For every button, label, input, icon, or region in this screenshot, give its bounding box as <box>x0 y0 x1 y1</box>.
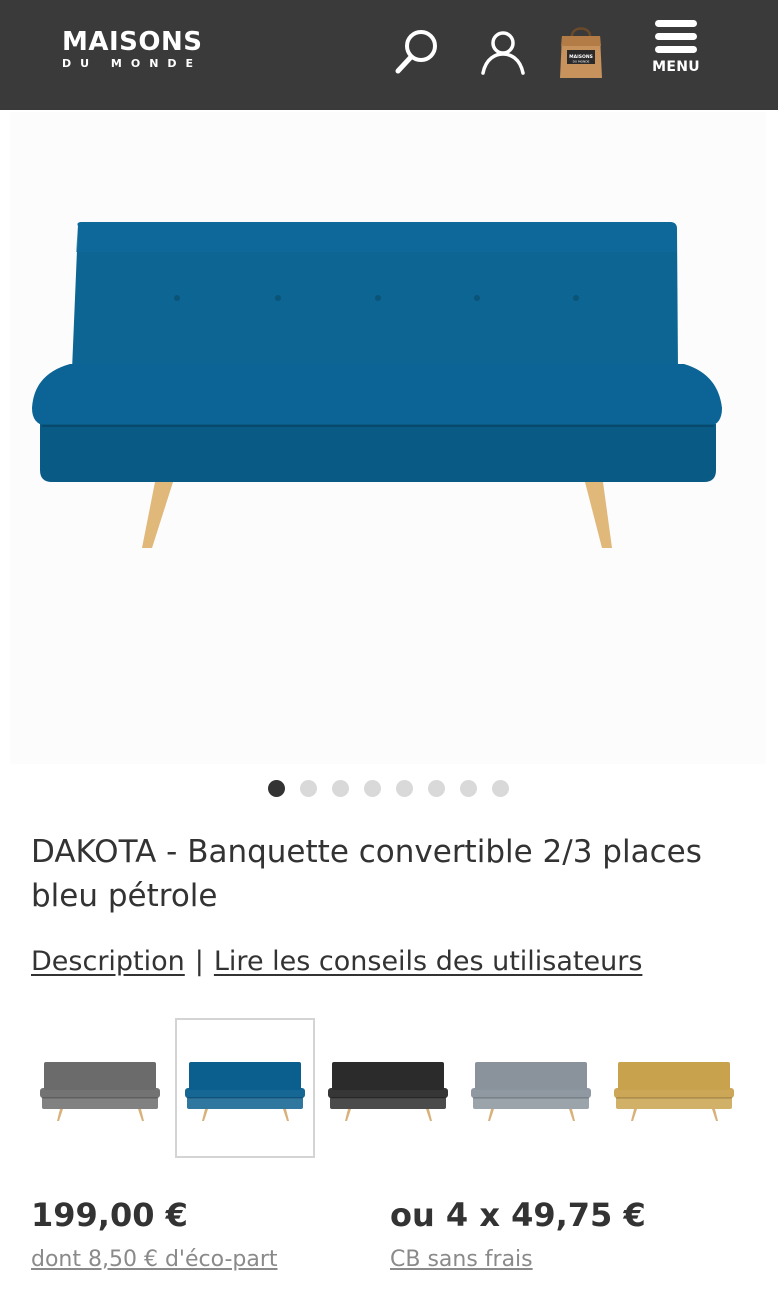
color-variant-thumbnail[interactable] <box>604 1018 744 1158</box>
carousel-dot[interactable] <box>364 780 381 797</box>
menu-button[interactable]: MENU <box>650 20 702 84</box>
description-link[interactable]: Description <box>31 946 185 977</box>
user-icon[interactable] <box>478 26 528 80</box>
product-links: Description | Lire les conseils des utilis… <box>31 946 642 977</box>
logo-main-text: MAISONS <box>62 27 203 57</box>
color-variant-selector <box>30 1018 760 1162</box>
carousel-dot[interactable] <box>428 780 445 797</box>
shopping-bag-icon[interactable]: MAISONS DU MONDE <box>558 22 604 84</box>
carousel-dot[interactable] <box>492 780 509 797</box>
product-image-carousel[interactable] <box>10 112 766 764</box>
svg-text:DU MONDE: DU MONDE <box>573 60 590 64</box>
installment-note-link[interactable]: CB sans frais <box>390 1247 533 1272</box>
logo-sub-text: DU MONDE <box>62 57 203 70</box>
carousel-dot[interactable] <box>268 780 285 797</box>
product-price: 199,00 € <box>31 1196 188 1234</box>
sofa-thumbnail-icon <box>328 1062 448 1121</box>
brand-logo[interactable]: MAISONS DU MONDE <box>62 28 202 71</box>
link-separator: | <box>194 946 204 977</box>
carousel-dot[interactable] <box>396 780 413 797</box>
top-header: MAISONS DU MONDE MAISONS DU MONDE MENU <box>0 0 778 110</box>
carousel-dot[interactable] <box>332 780 349 797</box>
color-variant-thumbnail[interactable] <box>175 1018 315 1158</box>
sofa-thumbnail-icon <box>471 1062 591 1121</box>
menu-icon <box>650 20 702 53</box>
search-icon[interactable] <box>392 26 442 80</box>
sofa-main-image <box>32 222 722 548</box>
color-variant-thumbnail[interactable] <box>461 1018 601 1158</box>
carousel-dot[interactable] <box>300 780 317 797</box>
color-variant-thumbnail[interactable] <box>318 1018 458 1158</box>
sofa-thumbnail-icon <box>40 1062 160 1121</box>
reviews-link[interactable]: Lire les conseils des utilisateurs <box>214 946 643 977</box>
color-variant-thumbnail[interactable] <box>30 1018 170 1158</box>
installment-price: ou 4 x 49,75 € <box>390 1196 646 1234</box>
menu-label: MENU <box>652 59 700 75</box>
sofa-thumbnail-icon <box>614 1062 734 1121</box>
product-title: DAKOTA - Banquette convertible 2/3 place… <box>31 834 702 914</box>
eco-part-link[interactable]: dont 8,50 € d'éco-part <box>31 1247 278 1272</box>
sofa-thumbnail-icon <box>185 1062 305 1121</box>
carousel-pagination <box>268 780 524 798</box>
carousel-dot[interactable] <box>460 780 477 797</box>
